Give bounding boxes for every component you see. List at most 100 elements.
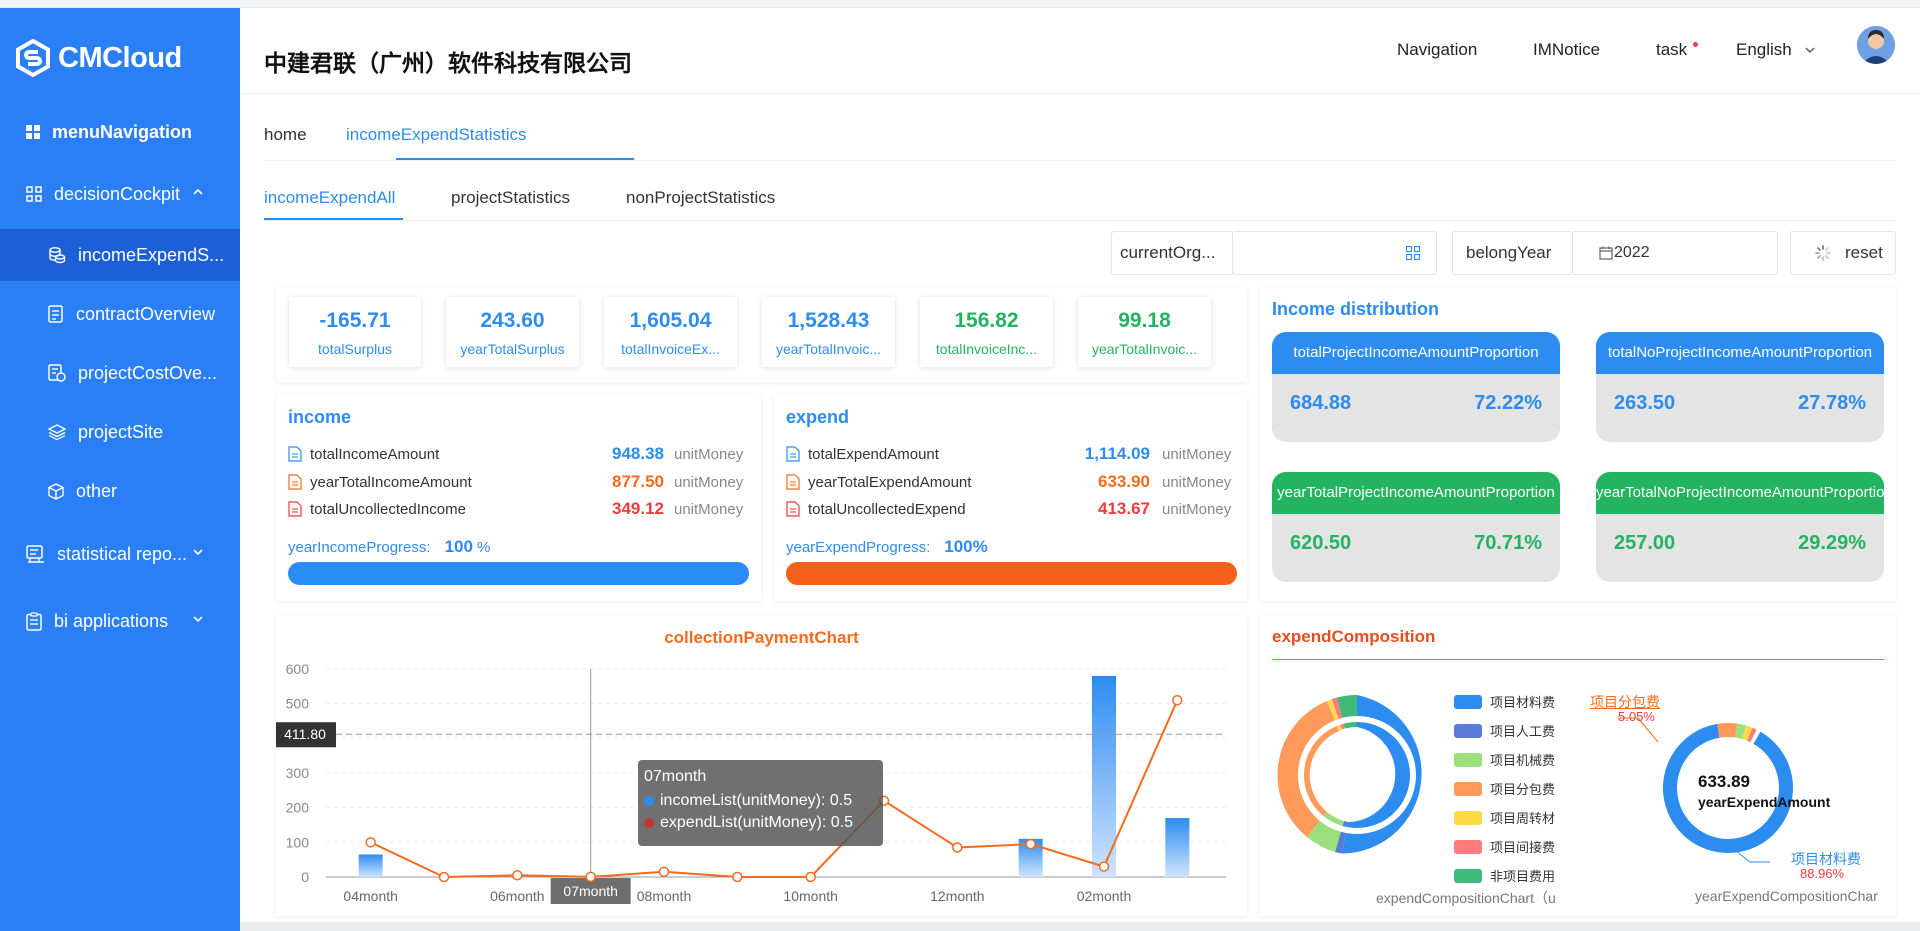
tab-income-expend-all[interactable]: incomeExpendAll [264, 188, 395, 208]
kpi-value: 99.18 [1118, 309, 1171, 332]
expend-point[interactable] [365, 837, 376, 848]
chevron-down-icon [193, 549, 203, 556]
sidebar-item-bi-applications[interactable]: bi applications [0, 595, 240, 647]
sidebar-item-label: statistical repo... [57, 543, 188, 564]
distribution-card-amount: 263.50 [1614, 392, 1676, 414]
sidebar-item-label: bi applications [54, 610, 169, 631]
legend-swatch [1454, 868, 1482, 883]
kpi-total-surplus: -165.71 totalSurplus [289, 297, 421, 367]
expend-point[interactable] [732, 871, 743, 883]
income-bar[interactable] [358, 854, 383, 877]
expend-progress-fill [786, 562, 1237, 585]
income-row: totalIncomeAmount 948.38 unitMoney [288, 443, 748, 465]
grid-icon [26, 125, 40, 139]
legend-label: 项目材料费 [1490, 695, 1556, 710]
belong-year-picker[interactable]: 2022 [1572, 231, 1778, 275]
tab-divider [264, 160, 1896, 161]
kpi-value: 243.60 [480, 309, 545, 332]
sidebar-item-project-site[interactable]: projectSite [0, 406, 240, 458]
legend-swatch [1454, 723, 1482, 738]
kpi-label: totalInvoiceInc... [935, 341, 1038, 357]
sidebar-item-menu-navigation[interactable]: menuNavigation [0, 106, 240, 158]
expend-point[interactable] [658, 866, 670, 878]
legend-item[interactable]: 项目人工费 [1454, 721, 1555, 740]
expend-row-name: totalExpendAmount [808, 445, 939, 463]
income-row-name: totalUncollectedIncome [310, 500, 466, 518]
legend-item[interactable]: 项目机械费 [1454, 750, 1555, 769]
expend-point[interactable] [1172, 694, 1183, 706]
kpi-label: yearTotalInvoic... [1091, 341, 1198, 357]
sidebar-item-project-cost-overview[interactable]: projectCostOve... [0, 347, 240, 399]
kpi-value: 156.82 [954, 309, 1019, 332]
tab-project-statistics[interactable]: projectStatistics [451, 188, 570, 208]
tab-income-expend-statistics[interactable]: incomeExpendStatistics [346, 125, 526, 145]
browser-top-strip [0, 0, 1920, 8]
donut-center-value: 633.89 [1698, 772, 1750, 791]
expend-point[interactable] [438, 871, 450, 883]
kpi-label: totalSurplus [318, 341, 392, 357]
distribution-card-amount: 684.88 [1290, 392, 1352, 414]
expend-point[interactable] [585, 871, 596, 883]
y-tick-label: 0 [301, 869, 309, 885]
income-title: income [288, 407, 352, 427]
document-icon [786, 501, 800, 517]
expend-title: expend [786, 407, 850, 427]
cmcloud-logo-icon [16, 39, 50, 77]
legend-item[interactable]: 非项目费用 [1454, 866, 1555, 885]
document-icon [288, 501, 302, 517]
income-bar[interactable] [1165, 818, 1190, 877]
sidebar-item-label: other [76, 480, 118, 501]
distribution-card-header: yearTotalNoProjectIncomeAmountProportion [1596, 472, 1884, 514]
income-row-value: 948.38 [612, 444, 664, 463]
legend-label: 项目间接费 [1490, 840, 1556, 855]
expend-point[interactable] [952, 842, 963, 853]
sidebar-item-label: contractOverview [76, 303, 216, 324]
tooltip-row-text: incomeList(unitMoney): 0.5 [660, 792, 853, 809]
language-selector[interactable]: English [1736, 40, 1816, 60]
logo[interactable]: CMCloud [14, 36, 182, 80]
current-org-label: currentOrg... [1111, 231, 1233, 275]
legend-item[interactable]: 项目周转材 [1454, 808, 1555, 827]
sidebar-item-other[interactable]: other [0, 465, 240, 517]
nav-link-imnotice[interactable]: IMNotice [1533, 40, 1600, 60]
legend-swatch [1454, 752, 1482, 767]
legend-item[interactable]: 项目材料费 [1454, 692, 1555, 711]
distribution-card-amount: 620.50 [1290, 532, 1352, 554]
income-row: totalUncollectedIncome 349.12 unitMoney [288, 498, 748, 520]
sidebar-item-label: decisionCockpit [54, 183, 181, 204]
callout-top-percent: 5.05% [1618, 709, 1655, 724]
loading-spinner-icon [1815, 245, 1831, 261]
income-row-unit: unitMoney [674, 445, 744, 463]
income-row-unit: unitMoney [674, 500, 744, 518]
callout-bottom-percent: 88.96% [1800, 866, 1845, 881]
current-org-select[interactable] [1232, 231, 1437, 275]
x-tick-label: 08month [637, 888, 691, 904]
legend-label: 项目分包费 [1490, 782, 1556, 797]
nav-link-task[interactable]: task [1656, 40, 1687, 60]
reset-button[interactable]: reset [1790, 231, 1896, 275]
expend-point[interactable] [512, 870, 523, 881]
expend-point[interactable] [1025, 838, 1036, 850]
sidebar-item-income-expend-statistics[interactable]: incomeExpendS... [0, 229, 240, 281]
crosshair-y-label: 411.80 [284, 726, 326, 742]
legend-item[interactable]: 项目间接费 [1454, 837, 1555, 856]
chevron-up-icon [193, 188, 203, 195]
sidebar-item-statistical-reports[interactable]: statistical repo... [0, 528, 240, 580]
nav-link-navigation[interactable]: Navigation [1397, 40, 1477, 60]
expend-composition-chart[interactable] [1272, 690, 1442, 860]
user-avatar[interactable] [1857, 26, 1895, 64]
tab-home[interactable]: home [264, 125, 307, 145]
progress-label: yearExpendProgress: [786, 539, 931, 556]
sidebar-item-decision-cockpit[interactable]: decisionCockpit [0, 168, 240, 220]
expend-progress-track [786, 562, 1237, 585]
y-tick-label: 100 [286, 834, 310, 850]
report-icon [26, 545, 44, 563]
horizontal-scrollbar[interactable] [240, 922, 1920, 931]
expend-point[interactable] [805, 871, 816, 883]
expend-composition-title: expendComposition [1272, 627, 1436, 646]
legend-item[interactable]: 项目分包费 [1454, 779, 1555, 798]
sidebar-item-contract-overview[interactable]: contractOverview [0, 288, 240, 340]
tab-non-project-statistics[interactable]: nonProjectStatistics [626, 188, 775, 208]
sidebar-item-label: menuNavigation [52, 121, 193, 142]
expend-point[interactable] [1098, 861, 1110, 872]
